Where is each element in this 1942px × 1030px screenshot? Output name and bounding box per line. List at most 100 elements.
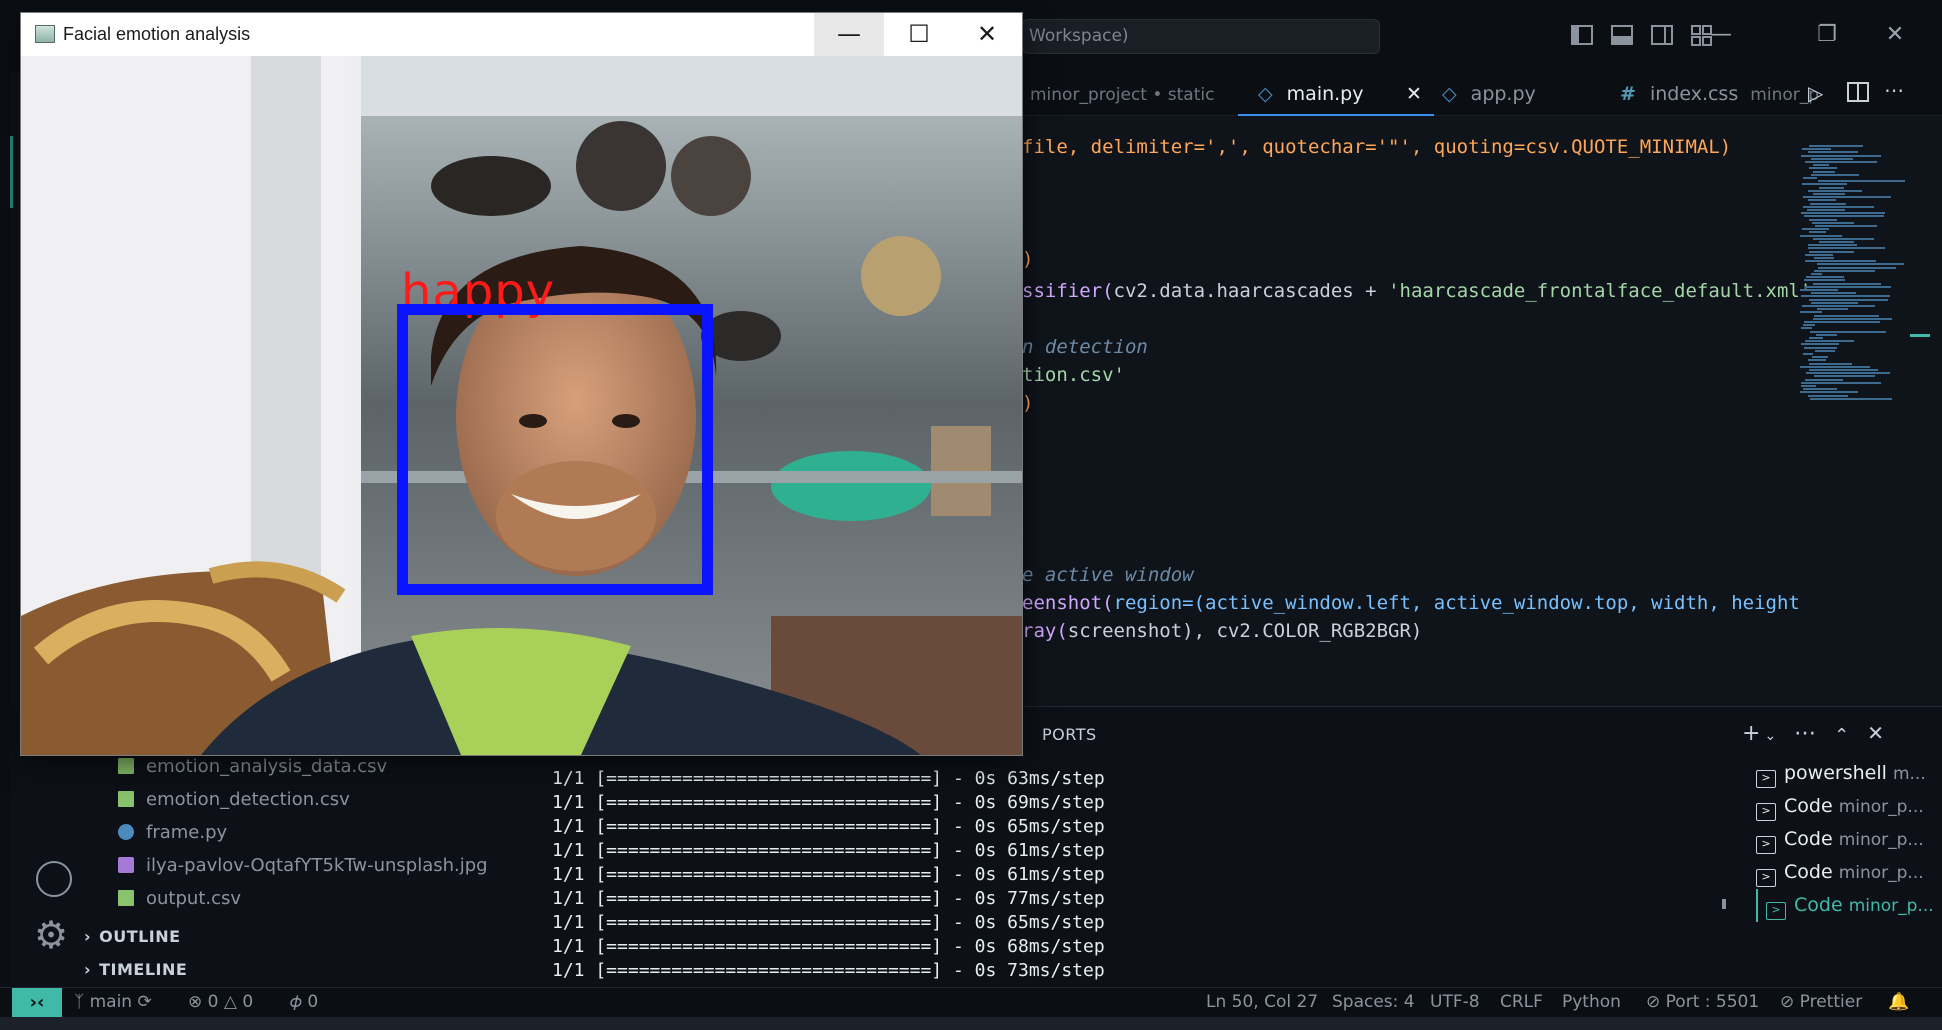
run-icon[interactable]: ▷	[1808, 81, 1823, 105]
minimize-icon[interactable]: —	[814, 13, 884, 56]
scrollbar-thumb[interactable]	[1722, 899, 1726, 909]
terminal-instance[interactable]: > Code minor_p...	[1756, 889, 1942, 922]
new-terminal-icon[interactable]: +	[1742, 721, 1760, 751]
close-panel-icon[interactable]: ✕	[1867, 721, 1884, 751]
minimap-line	[1808, 247, 1885, 250]
code-line: eenshot(region=(active_window.left, acti…	[1022, 592, 1800, 614]
minimap-line	[1808, 199, 1836, 202]
timeline-section[interactable]: › TIMELINE	[84, 955, 187, 985]
terminal-line: 1/1 [==============================] - 0…	[552, 912, 1105, 933]
minimap-line	[1805, 161, 1877, 163]
minimap-line	[1814, 314, 1879, 317]
minimap-line	[1813, 317, 1892, 320]
minimap-line	[1805, 285, 1891, 288]
tab-app-py[interactable]: ◇ app.py	[1442, 72, 1536, 116]
minimap-line	[1817, 308, 1848, 311]
more-actions-icon[interactable]: ⋯	[1884, 78, 1904, 102]
terminal-instance[interactable]: > powershell m...	[1756, 757, 1942, 790]
terminal-line: 1/1 [==============================] - 0…	[552, 960, 1105, 981]
split-editor-icon[interactable]	[1846, 80, 1870, 108]
close-tab-icon[interactable]: ✕	[1406, 72, 1422, 116]
problems-status[interactable]: ⊗ 0 △ 0	[188, 988, 253, 1017]
minimap-line	[1804, 279, 1845, 282]
more-actions-icon[interactable]: ⋯	[1794, 721, 1816, 751]
tab-breadcrumb[interactable]: minor_project • static	[1030, 72, 1214, 116]
file-item[interactable]: ilya-pavlov-OqtafYT5kTw-unsplash.jpg	[118, 851, 488, 881]
branch-status[interactable]: ᛉ main ⟳	[74, 988, 152, 1017]
file-item[interactable]: emotion_analysis_data.csv	[118, 752, 387, 782]
vscode-close-icon[interactable]: ✕	[1880, 20, 1910, 50]
terminal-output[interactable]: 1/1 [==============================] - 0…	[552, 767, 1105, 983]
terminal-instance[interactable]: > Code minor_p...	[1756, 856, 1942, 889]
close-icon[interactable]: ✕	[952, 13, 1022, 56]
csv-icon	[118, 791, 134, 807]
minimap-line	[1809, 145, 1863, 147]
code-editor[interactable]: file, delimiter=',', quotechar='"', quot…	[1022, 116, 1822, 706]
taskbar-edge	[0, 1017, 1942, 1030]
minimap-line	[1804, 321, 1880, 323]
minimap-line	[1803, 196, 1891, 199]
minimap-line	[1809, 218, 1837, 221]
notifications-bell-icon[interactable]: 🔔	[1888, 988, 1909, 1017]
minimap-line	[1809, 369, 1878, 371]
terminal-instance[interactable]: > Code minor_p...	[1756, 823, 1942, 856]
encoding[interactable]: UTF-8	[1430, 988, 1480, 1017]
file-item[interactable]: frame.py	[118, 818, 227, 848]
minimap-line	[1816, 333, 1837, 336]
tab-label: minor_project • static	[1030, 85, 1215, 105]
css-icon: #	[1620, 83, 1636, 105]
csv-icon	[118, 890, 134, 906]
python-icon	[118, 824, 134, 840]
prettier-status[interactable]: ⊘ Prettier	[1780, 988, 1862, 1017]
tab-main-py[interactable]: ◇ main.py ✕	[1238, 72, 1434, 116]
cursor-position[interactable]: Ln 50, Col 27	[1206, 988, 1318, 1017]
toggle-panel-icon[interactable]	[1610, 24, 1636, 48]
tab-index-css[interactable]: # index.css minor_p	[1620, 72, 1819, 116]
minimap[interactable]	[1800, 145, 1910, 405]
minimap-line	[1809, 167, 1837, 170]
minimap-line	[1801, 343, 1839, 346]
maximize-panel-icon[interactable]: ⌃	[1834, 721, 1849, 751]
minimap-line	[1804, 346, 1837, 349]
ports-status[interactable]: 𝜙 0	[290, 988, 318, 1017]
code-line: ray(screenshot), cv2.COLOR_RGB2BGR)	[1022, 620, 1423, 642]
maximize-icon[interactable]: ☐	[884, 13, 954, 56]
terminal-instance[interactable]: > Code minor_p...	[1756, 790, 1942, 823]
toggle-sidebar-icon[interactable]	[1570, 24, 1596, 48]
outline-section[interactable]: › OUTLINE	[84, 922, 181, 952]
file-item[interactable]: emotion_detection.csv	[118, 785, 350, 815]
toggle-secondary-sidebar-icon[interactable]	[1650, 24, 1676, 48]
file-item[interactable]: output.csv	[118, 884, 241, 914]
minimap-line	[1803, 177, 1817, 179]
editor-tabs: minor_project • static ◇ main.py ✕ ◇ app…	[1022, 72, 1942, 116]
minimap-line	[1803, 324, 1815, 327]
vscode-restore-icon[interactable]: ❐	[1812, 20, 1842, 50]
webcam-frame: happy	[21, 56, 1022, 755]
tab-label: main.py	[1286, 83, 1364, 105]
minimap-line	[1811, 292, 1856, 295]
terminal-line: 1/1 [==============================] - 0…	[552, 792, 1105, 813]
vscode-minimize-icon[interactable]: —	[1706, 20, 1736, 50]
terminal-line: 1/1 [==============================] - 0…	[552, 936, 1105, 957]
minimap-line	[1813, 282, 1881, 285]
app-titlebar[interactable]: Facial emotion analysis — ☐ ✕	[21, 13, 1022, 56]
indentation[interactable]: Spaces: 4	[1332, 988, 1415, 1017]
terminal-line: 1/1 [==============================] - 0…	[552, 864, 1105, 885]
tab-ports[interactable]: PORTS	[1042, 725, 1097, 744]
minimap-line	[1808, 189, 1862, 192]
line-ending[interactable]: CRLF	[1500, 988, 1543, 1017]
account-icon[interactable]	[36, 861, 72, 897]
command-center-search[interactable]: Workspace)	[1022, 19, 1380, 54]
gear-icon[interactable]: ⚙	[34, 916, 68, 954]
terminal-name: Code	[1794, 894, 1849, 916]
minimap-line	[1801, 385, 1816, 387]
language-mode[interactable]: Python	[1562, 988, 1621, 1017]
terminal-name: powershell	[1784, 762, 1893, 784]
minimap-line	[1803, 388, 1837, 391]
chevron-down-icon[interactable]: ⌄	[1764, 721, 1776, 751]
terminal-icon: >	[1756, 770, 1776, 788]
minimap-line	[1813, 193, 1845, 195]
remote-icon[interactable]: ›‹	[12, 988, 62, 1017]
live-server-port[interactable]: ⊘ Port : 5501	[1646, 988, 1759, 1017]
minimap-line	[1812, 356, 1828, 359]
